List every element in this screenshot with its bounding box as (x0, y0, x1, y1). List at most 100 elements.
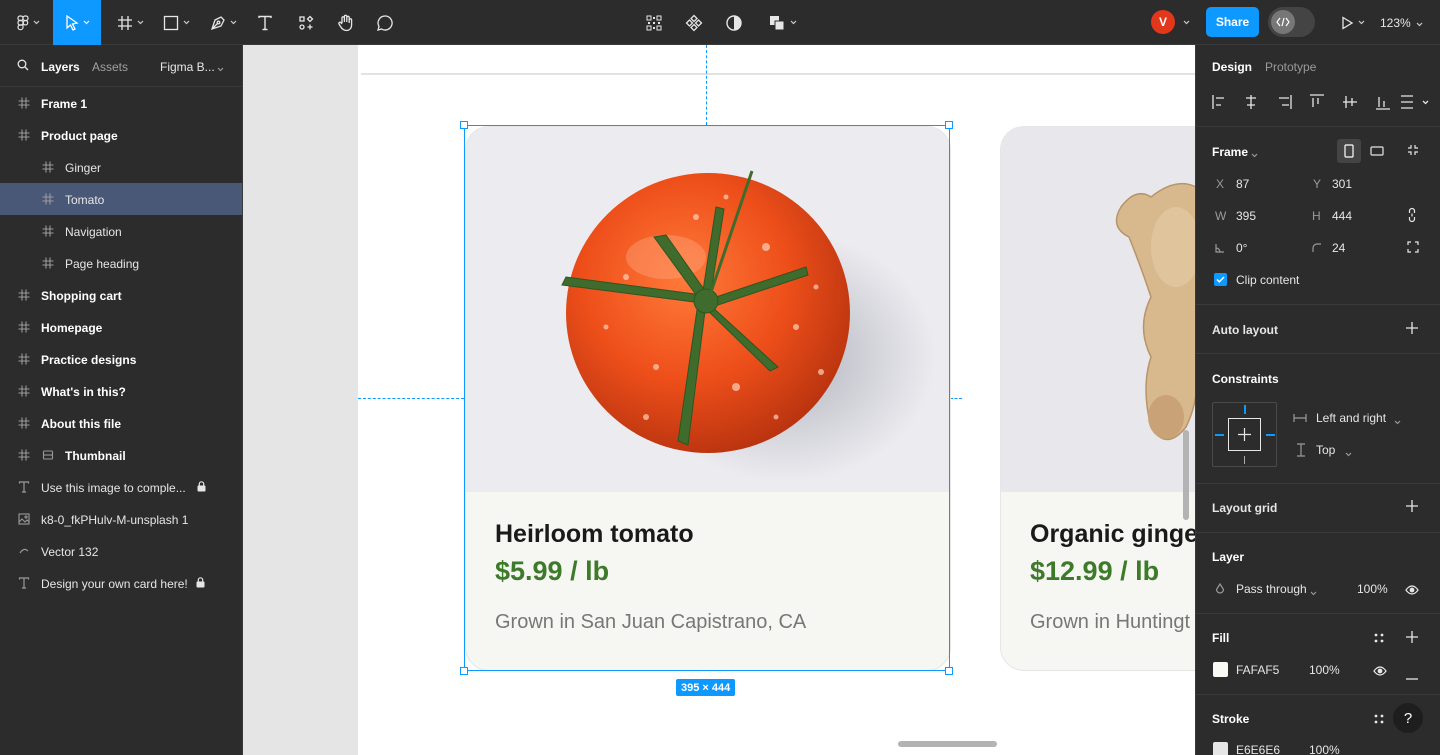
lock-icon[interactable] (196, 577, 205, 588)
add-auto-layout-icon[interactable] (1406, 322, 1418, 337)
portrait-button[interactable] (1337, 139, 1361, 163)
add-layout-grid-icon[interactable] (1406, 500, 1418, 515)
contrast-button[interactable] (721, 0, 747, 45)
comment-tool-button[interactable] (372, 0, 398, 45)
user-avatar[interactable]: V (1151, 10, 1175, 34)
layer-row[interactable]: k8-0_fkPHulv-M-unsplash 1 (0, 503, 242, 535)
layer-row[interactable]: Frame 1 (0, 87, 242, 119)
share-button[interactable]: Share (1206, 7, 1259, 37)
corner-radius-input[interactable]: 24 (1332, 241, 1345, 255)
w-input[interactable]: 395 (1236, 209, 1256, 223)
layer-row[interactable]: Design your own card here! (0, 567, 242, 599)
frame-tool-button[interactable] (112, 0, 148, 45)
tab-prototype[interactable]: Prototype (1265, 60, 1316, 74)
layer-row[interactable]: Homepage (0, 311, 242, 343)
h-input[interactable]: 444 (1332, 209, 1352, 223)
frame-icon (18, 417, 30, 429)
help-button[interactable]: ? (1393, 703, 1423, 733)
main-menu-button[interactable] (10, 0, 46, 45)
horizontal-scrollbar[interactable] (898, 741, 997, 747)
fill-color-swatch[interactable] (1213, 662, 1228, 677)
remove-fill-icon[interactable] (1406, 669, 1418, 683)
layer-opacity-input[interactable]: 100% (1357, 582, 1388, 596)
alignment-icons[interactable] (1212, 94, 1434, 110)
tomato-card[interactable]: Heirloom tomato $5.99 / lb Grown in San … (465, 126, 951, 671)
constraint-widget[interactable] (1212, 402, 1277, 467)
x-input[interactable]: 87 (1236, 177, 1249, 191)
layer-row[interactable]: Practice designs (0, 343, 242, 375)
hand-icon (337, 14, 355, 32)
clip-content-checkbox[interactable] (1214, 273, 1227, 286)
vertical-scrollbar[interactable] (1183, 430, 1189, 520)
layer-row[interactable]: Use this image to comple... (0, 471, 242, 503)
resize-handle[interactable] (460, 667, 468, 675)
styles-grid-icon[interactable] (1374, 632, 1384, 646)
auto-layout-label: Auto layout (1212, 323, 1278, 337)
component-button[interactable] (681, 0, 707, 45)
rotation-input[interactable]: 0° (1236, 241, 1247, 255)
stroke-opacity-input[interactable]: 100% (1309, 743, 1340, 755)
layer-row[interactable]: Ginger (0, 151, 242, 183)
layer-row[interactable]: Navigation (0, 215, 242, 247)
y-input[interactable]: 301 (1332, 177, 1352, 191)
layer-row[interactable]: Page heading (0, 247, 242, 279)
boolean-ops-button[interactable] (763, 0, 801, 45)
layer-row[interactable]: Product page (0, 119, 242, 151)
tab-layers[interactable]: Layers (41, 60, 80, 74)
styles-grid-icon[interactable] (1374, 713, 1384, 727)
layer-row[interactable]: Vector 132 (0, 535, 242, 567)
layout-grid-button[interactable] (641, 0, 667, 45)
constrain-proportions-icon[interactable] (1408, 207, 1416, 226)
layer-label: What's in this? (41, 385, 126, 399)
layer-row[interactable]: Shopping cart (0, 279, 242, 311)
hand-tool-button[interactable] (332, 0, 360, 45)
tab-assets[interactable]: Assets (92, 60, 128, 74)
figma-app: V Share 123% Layers Assets Figma B... Fr… (0, 0, 1440, 755)
multiplayer-menu-button[interactable] (1178, 0, 1194, 45)
fill-opacity-input[interactable]: 100% (1309, 663, 1340, 677)
fill-hex-input[interactable]: FAFAF5 (1236, 663, 1279, 677)
landscape-button[interactable] (1365, 139, 1389, 163)
layer-row[interactable]: Thumbnail (0, 439, 242, 471)
layer-label: Navigation (65, 225, 122, 239)
fill-section: Fill FAFAF5 100% (1196, 614, 1440, 695)
eye-icon[interactable] (1373, 665, 1387, 679)
resize-handle[interactable] (945, 667, 953, 675)
layer-label: About this file (41, 417, 121, 431)
layer-label: Use this image to comple... (41, 481, 186, 495)
stroke-color-swatch[interactable] (1213, 742, 1228, 755)
stroke-hex-input[interactable]: E6E6E6 (1236, 743, 1280, 755)
layer-label: Vector 132 (41, 545, 99, 559)
dev-mode-toggle[interactable] (1268, 7, 1315, 37)
layer-row[interactable]: About this file (0, 407, 242, 439)
eye-icon[interactable] (1405, 584, 1419, 598)
text-tool-button[interactable] (252, 0, 278, 45)
design-tabs-section: Design Prototype (1196, 45, 1440, 127)
vertical-constraint-select[interactable]: Top (1316, 443, 1335, 457)
tab-design[interactable]: Design (1212, 60, 1252, 74)
independent-corners-icon[interactable] (1407, 241, 1419, 256)
layer-label: Product page (41, 129, 118, 143)
blend-mode-select[interactable]: Pass through (1236, 582, 1307, 596)
page-selector[interactable]: Figma B... (160, 60, 215, 74)
frame-section-title[interactable]: Frame (1212, 145, 1248, 159)
frame-icon (42, 193, 54, 205)
layer-row[interactable]: Tomato (0, 183, 242, 215)
search-icon[interactable] (17, 59, 29, 74)
vertical-constraint-icon (1296, 443, 1306, 460)
shape-tool-button[interactable] (158, 0, 194, 45)
resize-handle[interactable] (460, 121, 468, 129)
resize-to-fit-icon[interactable] (1407, 144, 1419, 159)
lock-icon[interactable] (197, 481, 206, 492)
present-button[interactable] (1336, 0, 1368, 45)
resources-button[interactable] (292, 0, 320, 45)
canvas[interactable]: Heirloom tomato $5.99 / lb Grown in San … (243, 45, 1195, 755)
zoom-control[interactable]: 123% (1380, 0, 1423, 45)
move-tool-button[interactable] (53, 0, 101, 45)
pen-tool-button[interactable] (204, 0, 242, 45)
add-fill-icon[interactable] (1406, 631, 1418, 646)
ginger-card[interactable]: Organic ginge $12.99 / lb Grown in Hunti… (1000, 126, 1195, 671)
resize-handle[interactable] (945, 121, 953, 129)
horizontal-constraint-select[interactable]: Left and right (1316, 411, 1386, 425)
layer-row[interactable]: What's in this? (0, 375, 242, 407)
